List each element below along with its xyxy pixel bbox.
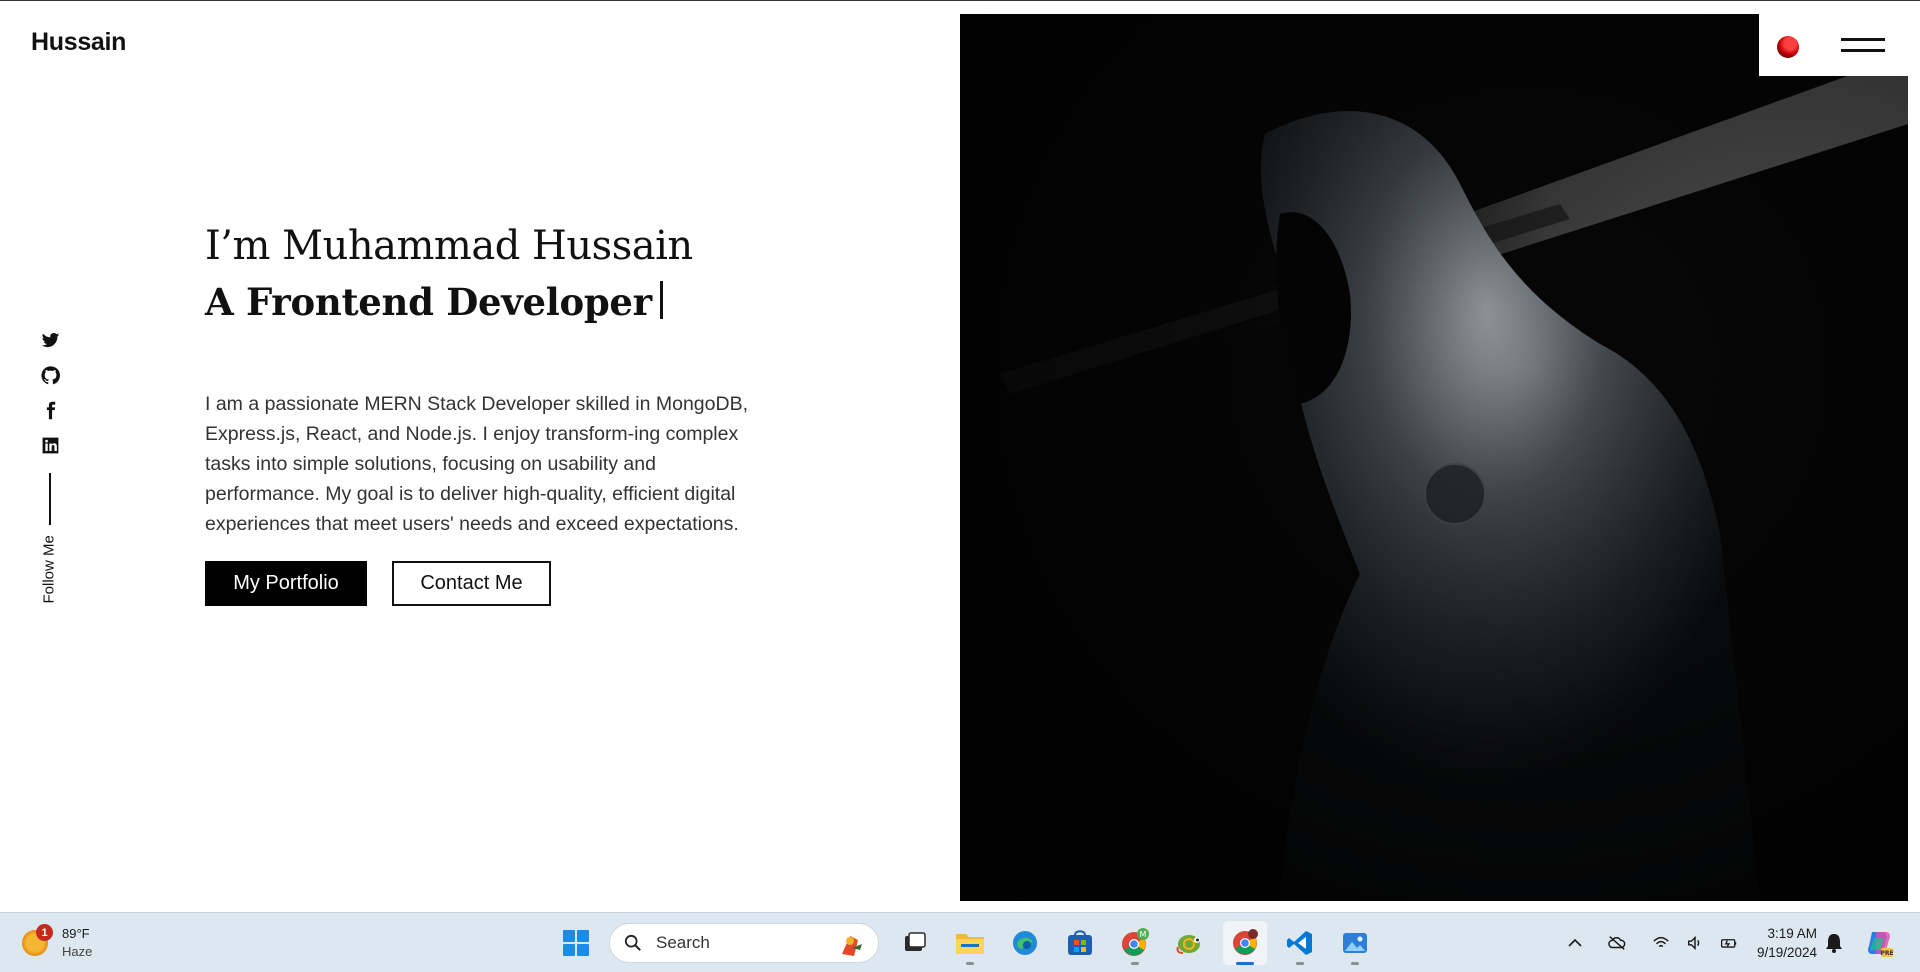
- chameleon-icon: [1176, 935, 1200, 954]
- show-hidden-icons-button[interactable]: [1560, 928, 1590, 958]
- file-explorer-button[interactable]: [948, 921, 992, 965]
- social-divider-line: [49, 473, 51, 525]
- weather-condition: Haze: [62, 944, 93, 959]
- svg-text:M: M: [1140, 930, 1147, 939]
- copilot-icon[interactable]: PRE: [1864, 928, 1894, 958]
- chrome-icon: [1233, 929, 1258, 955]
- github-icon[interactable]: [40, 365, 60, 385]
- portfolio-page: Hussain Follow Me I’m Muhammad Hussain A…: [0, 0, 1920, 912]
- chameleon-app-button[interactable]: [1168, 921, 1212, 965]
- social-links: [38, 330, 62, 525]
- running-indicator: [1296, 962, 1304, 965]
- active-indicator: [1236, 962, 1254, 965]
- taskbar-apps: Search M: [554, 921, 1388, 965]
- hero-role: A Frontend Developer: [205, 274, 785, 330]
- wifi-icon: [1653, 936, 1669, 948]
- hero-buttons: My Portfolio Contact Me: [205, 561, 785, 606]
- running-indicator: [1131, 962, 1139, 965]
- system-tray: [1560, 913, 1748, 972]
- volume-button[interactable]: [1680, 928, 1710, 958]
- weather-temperature: 89°F: [62, 926, 90, 941]
- taskbar-clock[interactable]: 3:19 AM 9/19/2024: [1737, 924, 1817, 962]
- start-button[interactable]: [554, 921, 598, 965]
- search-icon: [624, 934, 641, 951]
- photos-button[interactable]: [1333, 921, 1377, 965]
- weather-text: 89°F Haze: [62, 925, 92, 961]
- folder-icon: [956, 934, 984, 954]
- microsoft-store-button[interactable]: [1058, 921, 1102, 965]
- battery-charging-icon: [1720, 939, 1737, 948]
- taskbar-search-box[interactable]: Search: [609, 923, 879, 963]
- running-indicator: [1351, 962, 1359, 965]
- my-portfolio-button[interactable]: My Portfolio: [205, 561, 367, 606]
- store-icon: [1068, 930, 1092, 955]
- vscode-button[interactable]: [1278, 921, 1322, 965]
- windows-icon: [563, 930, 589, 956]
- search-highlight-icon: [842, 936, 862, 956]
- notification-bell-icon[interactable]: [1823, 932, 1845, 954]
- hooded-figure-illustration: [960, 14, 1908, 901]
- task-view-button[interactable]: [893, 921, 937, 965]
- linkedin-icon[interactable]: [40, 435, 60, 455]
- hero-image: [960, 14, 1908, 901]
- chrome-icon: M: [1122, 928, 1149, 956]
- facebook-icon[interactable]: [40, 400, 60, 420]
- typing-cursor: [659, 281, 663, 319]
- hero-description: I am a passionate MERN Stack Developer s…: [205, 393, 748, 535]
- running-indicator: [966, 962, 974, 965]
- weather-widget[interactable]: 1 89°F Haze: [22, 923, 132, 963]
- contact-me-button[interactable]: Contact Me: [392, 561, 551, 606]
- follow-me-label: Follow Me: [40, 535, 58, 604]
- hero-role-text: A Frontend Developer: [205, 280, 652, 324]
- windows-taskbar: 1 89°F Haze Search M 3:19 AM 9/19/2024 P…: [0, 912, 1920, 972]
- window-top-border: [0, 0, 1920, 1]
- hamburger-menu-icon[interactable]: [1841, 38, 1885, 54]
- brand-logo[interactable]: Hussain: [31, 28, 126, 57]
- nav-controls: [1759, 14, 1908, 76]
- clock-date: 9/19/2024: [1756, 945, 1817, 960]
- chrome-profile-button[interactable]: M: [1113, 921, 1157, 965]
- onedrive-button[interactable]: [1602, 928, 1632, 958]
- chrome-button[interactable]: [1223, 921, 1267, 965]
- hero-greeting: I’m Muhammad Hussain: [205, 223, 693, 269]
- photos-icon: [1343, 933, 1367, 953]
- search-placeholder: Search: [656, 933, 710, 952]
- task-view-icon: [905, 932, 926, 951]
- hero-section: I’m Muhammad Hussain A Frontend Develope…: [205, 220, 785, 606]
- twitter-icon[interactable]: [40, 330, 60, 350]
- vscode-icon: [1287, 931, 1312, 955]
- svg-text:PRE: PRE: [1880, 950, 1893, 957]
- edge-button[interactable]: [1003, 921, 1047, 965]
- edge-icon: [1013, 931, 1037, 955]
- cloud-off-icon: [1608, 936, 1626, 950]
- weather-sun-icon: 1: [22, 924, 53, 956]
- volume-icon: [1687, 935, 1700, 951]
- clock-time: 3:19 AM: [1767, 926, 1817, 941]
- wifi-button[interactable]: [1646, 928, 1676, 958]
- chevron-up-icon: [1568, 938, 1582, 947]
- theme-toggle-icon[interactable]: [1777, 36, 1799, 58]
- notification-badge: 1: [36, 924, 53, 941]
